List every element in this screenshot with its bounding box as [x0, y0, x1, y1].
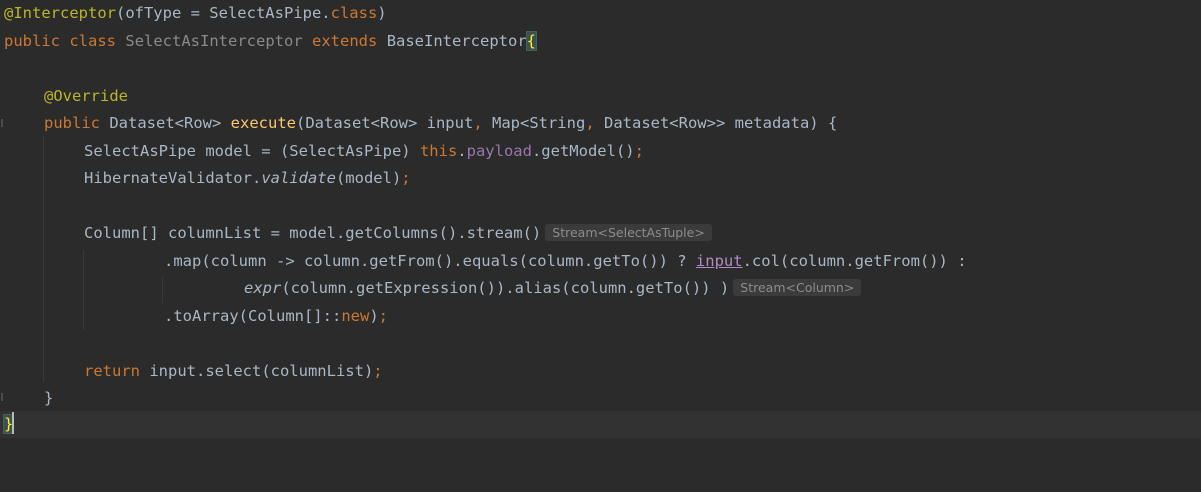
- code-text: .map(column -> column.getFrom().equals(c…: [164, 252, 696, 270]
- code-text: Dataset<Row>> metadata) {: [594, 114, 838, 132]
- keyword: new: [341, 307, 370, 325]
- code-line-13[interactable]: [0, 330, 1201, 357]
- code-line-11[interactable]: expr(column.getExpression()).alias(colum…: [0, 275, 1201, 302]
- punctuation: ;: [401, 169, 411, 187]
- type-hint: Stream<SelectAsTuple>: [545, 224, 712, 241]
- code-text: (ofType = SelectAsPipe.: [115, 4, 331, 22]
- code-line-4[interactable]: @Override: [0, 83, 1201, 110]
- static-method: validate: [261, 169, 336, 187]
- punctuation: ;: [373, 362, 383, 380]
- code-text: (model): [335, 169, 402, 187]
- parameter-ref: input: [695, 252, 743, 270]
- code-text: Column[] columnList = model.getColumns()…: [84, 224, 542, 242]
- annotation: @Interceptor: [4, 4, 116, 22]
- keyword: this: [419, 142, 458, 160]
- code-line-2[interactable]: public class SelectAsInterceptor extends…: [0, 28, 1201, 55]
- code-text: SelectAsPipe model = (SelectAsPipe): [84, 142, 420, 160]
- keyword: class: [69, 32, 117, 50]
- keyword: class: [330, 4, 378, 22]
- code-line-7[interactable]: HibernateValidator.validate(model);: [0, 165, 1201, 192]
- code-text: .: [457, 142, 467, 160]
- type-hint: Stream<Column>: [733, 279, 862, 296]
- return-type: Dataset<Row>: [109, 114, 222, 132]
- code-editor[interactable]: @Interceptor(ofType = SelectAsPipe.class…: [0, 0, 1201, 448]
- code-line-14[interactable]: return input.select(columnList);: [0, 358, 1201, 385]
- code-line-10[interactable]: .map(column -> column.getFrom().equals(c…: [0, 248, 1201, 275]
- code-text: ): [377, 4, 387, 22]
- code-text: HibernateValidator.: [84, 169, 262, 187]
- code-line-1[interactable]: @Interceptor(ofType = SelectAsPipe.class…: [0, 0, 1201, 27]
- matched-brace: {: [525, 31, 538, 51]
- base-class: BaseInterceptor: [386, 32, 527, 50]
- punctuation: ,: [585, 114, 595, 132]
- keyword: extends: [312, 32, 378, 50]
- field-ref: payload: [466, 142, 532, 160]
- keyword: public: [44, 114, 100, 132]
- code-text: .col(column.getFrom()) :: [742, 252, 967, 270]
- static-method: expr: [244, 279, 282, 297]
- keyword: public: [4, 32, 60, 50]
- punctuation: ,: [473, 114, 483, 132]
- code-text: ): [369, 307, 379, 325]
- code-line-5[interactable]: public Dataset<Row> execute(Dataset<Row>…: [0, 110, 1201, 137]
- punctuation: ;: [378, 307, 388, 325]
- annotation: @Override: [44, 87, 128, 105]
- code-text: .toArray(Column[]::: [164, 307, 342, 325]
- code-text: .getModel(): [531, 142, 635, 160]
- class-name: SelectAsInterceptor: [125, 32, 303, 50]
- code-text: Map<String: [482, 114, 586, 132]
- code-text: (Dataset<Row> input: [296, 114, 474, 132]
- code-line-12[interactable]: .toArray(Column[]::new);: [0, 303, 1201, 330]
- code-line-3[interactable]: [0, 55, 1201, 82]
- punctuation: ;: [634, 142, 644, 160]
- text-caret: [12, 412, 14, 434]
- method-name: execute: [230, 114, 296, 132]
- code-line-6[interactable]: SelectAsPipe model = (SelectAsPipe) this…: [0, 138, 1201, 165]
- code-line-15[interactable]: }: [0, 385, 1201, 412]
- code-text: input.select(columnList): [140, 362, 374, 380]
- code-text: (column.getExpression()).alias(column.ge…: [281, 279, 730, 297]
- code-line-9[interactable]: Column[] columnList = model.getColumns()…: [0, 220, 1201, 247]
- code-text: }: [44, 389, 54, 407]
- code-line-8[interactable]: [0, 193, 1201, 220]
- keyword: return: [84, 362, 140, 380]
- code-line-16[interactable]: }: [0, 411, 1201, 438]
